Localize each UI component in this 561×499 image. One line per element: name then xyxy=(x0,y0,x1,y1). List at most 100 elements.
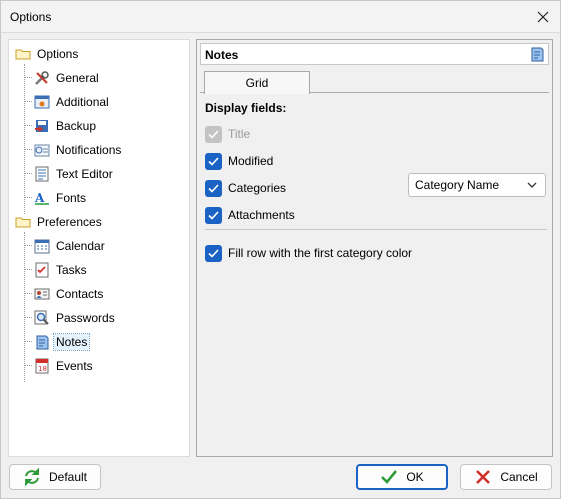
tree-connector xyxy=(24,293,32,294)
checkbox-label: Fill row with the first category color xyxy=(228,246,413,260)
ok-button[interactable]: OK xyxy=(356,464,448,490)
checkmark-icon xyxy=(381,470,398,484)
cancel-x-icon xyxy=(476,470,491,484)
tree-group-label: Preferences xyxy=(37,215,102,229)
tree-item-general[interactable]: General xyxy=(34,68,99,88)
tree-item-notifications[interactable]: Notifications xyxy=(34,140,121,160)
window-title: Options xyxy=(10,10,52,24)
font-icon: A xyxy=(34,191,49,205)
tree-connector xyxy=(24,101,32,102)
tree-item-text-editor[interactable]: Text Editor xyxy=(34,164,113,184)
tree-item-backup[interactable]: Backup xyxy=(34,116,96,136)
title-checkbox[interactable]: Title xyxy=(205,125,250,143)
password-search-icon xyxy=(34,310,49,325)
tree-connector xyxy=(24,232,25,382)
tree-group-options[interactable]: Options xyxy=(15,44,78,64)
panel-title: Notes xyxy=(205,48,239,62)
options-tree[interactable]: Options General Additional Backup Notifi… xyxy=(8,39,190,457)
tree-item-label: Notifications xyxy=(56,143,122,157)
checkmark-icon xyxy=(208,210,219,220)
category-display-select[interactable]: Category Name xyxy=(408,173,546,197)
checkbox-box xyxy=(205,206,222,224)
tree-item-fonts[interactable]: A Fonts xyxy=(34,188,86,208)
tree-item-contacts[interactable]: Contacts xyxy=(34,284,103,304)
tree-group-label: Options xyxy=(37,47,79,61)
tree-item-label: Passwords xyxy=(56,311,115,325)
cancel-button[interactable]: Cancel xyxy=(460,464,552,490)
task-list-icon xyxy=(35,262,49,278)
tree-connector xyxy=(24,365,32,366)
tree-item-tasks[interactable]: Tasks xyxy=(34,260,87,280)
checkbox-label: Modified xyxy=(228,154,274,168)
backup-icon xyxy=(35,120,48,132)
button-label: Cancel xyxy=(500,470,538,484)
notes-icon xyxy=(531,47,544,62)
checkbox-box xyxy=(205,125,222,143)
tree-group-preferences[interactable]: Preferences xyxy=(15,212,102,232)
checkbox-label: Categories xyxy=(228,181,287,195)
tree-item-events[interactable]: 18 Events xyxy=(34,356,93,376)
checkmark-icon xyxy=(208,129,219,139)
tree-item-label: Calendar xyxy=(56,239,105,253)
tree-connector xyxy=(24,149,32,150)
close-icon xyxy=(537,11,549,22)
svg-text:A: A xyxy=(34,191,45,205)
select-value: Category Name xyxy=(415,178,500,192)
checkmark-icon xyxy=(208,156,219,166)
tree-item-label: Backup xyxy=(56,119,97,133)
svg-text:18: 18 xyxy=(38,365,47,373)
tree-connector xyxy=(24,64,25,214)
tab-grid[interactable]: Grid xyxy=(204,71,310,94)
tab-strip: Grid xyxy=(200,71,549,94)
checkmark-icon xyxy=(208,248,219,258)
checkmark-icon xyxy=(208,183,219,193)
tree-item-label: Contacts xyxy=(56,287,104,301)
chevron-down-icon xyxy=(527,182,537,188)
separator xyxy=(205,229,547,230)
checkbox-label: Attachments xyxy=(228,208,295,222)
button-label: Default xyxy=(48,470,88,484)
contact-card-icon xyxy=(34,288,50,300)
tree-item-label: General xyxy=(56,71,99,85)
tree-connector xyxy=(24,269,32,270)
tree-connector xyxy=(24,245,32,246)
tree-connector xyxy=(24,197,32,198)
tree-item-calendar[interactable]: Calendar xyxy=(34,236,105,256)
tree-item-label: Fonts xyxy=(56,191,87,205)
tree-connector xyxy=(24,77,32,78)
tree-connector xyxy=(24,341,32,342)
display-fields-label: Display fields: xyxy=(205,101,287,115)
tree-item-passwords[interactable]: Passwords xyxy=(34,308,115,328)
tree-connector xyxy=(24,317,32,318)
settings-panel: Notes Grid Display fields: Title Modifie… xyxy=(196,39,553,457)
tree-item-label: Events xyxy=(56,359,93,373)
tree-item-label: Notes xyxy=(52,333,91,351)
calendar-icon xyxy=(34,239,50,254)
modified-checkbox[interactable]: Modified xyxy=(205,152,273,170)
tools-icon xyxy=(35,71,49,85)
tree-item-additional[interactable]: Additional xyxy=(34,92,109,112)
button-label: OK xyxy=(406,470,424,484)
checkbox-box xyxy=(205,244,222,262)
text-document-icon xyxy=(35,166,49,182)
close-button[interactable] xyxy=(526,1,560,32)
tree-connector xyxy=(24,125,32,126)
fill-row-checkbox[interactable]: Fill row with the first category color xyxy=(205,244,412,262)
tree-item-label: Additional xyxy=(56,95,109,109)
event-calendar-icon: 18 xyxy=(35,358,49,374)
tree-item-label: Tasks xyxy=(56,263,87,277)
checkbox-label: Title xyxy=(228,127,251,141)
categories-checkbox[interactable]: Categories xyxy=(205,179,286,197)
folder-icon xyxy=(15,49,31,60)
default-button[interactable]: Default xyxy=(9,464,101,490)
tree-item-label: Text Editor xyxy=(56,167,113,181)
notes-icon xyxy=(36,335,49,350)
panel-header: Notes xyxy=(200,43,549,65)
attachments-checkbox[interactable]: Attachments xyxy=(205,206,295,224)
settings-window-icon xyxy=(34,95,50,109)
tree-item-notes[interactable]: Notes xyxy=(34,332,91,352)
title-bar: Options xyxy=(0,0,561,32)
refresh-icon xyxy=(24,468,39,486)
checkbox-box xyxy=(205,152,222,170)
folder-icon xyxy=(15,217,31,228)
